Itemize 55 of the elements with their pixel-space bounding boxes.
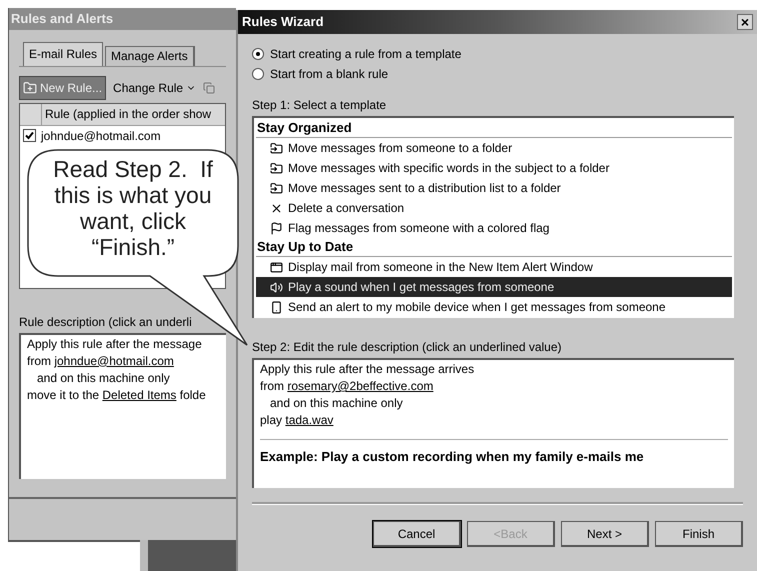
callout-text: Read Step 2. If this is what you want, click “Finish.” xyxy=(52,156,214,260)
description-line: play tada.wav xyxy=(260,412,334,429)
underlined-link[interactable]: Deleted Items xyxy=(102,388,176,402)
description-label: Rule description (click an underli xyxy=(19,314,193,331)
group-heading: Stay Up to Date xyxy=(256,238,732,257)
group-heading: Stay Organized xyxy=(256,119,732,138)
description-line: from johndue@hotmail.com xyxy=(27,352,175,370)
change-rule-button[interactable]: Change Rule xyxy=(110,76,200,100)
underlined-link[interactable]: tada.wav xyxy=(285,413,334,427)
tab[interactable]: Manage Alerts xyxy=(105,46,195,66)
template-item[interactable]: Delete a conversation xyxy=(256,198,732,218)
column-header: Rule (applied in the order show xyxy=(44,106,212,124)
checkbox[interactable] xyxy=(23,129,36,142)
description-line: move it to the Deleted Items folde xyxy=(27,386,207,404)
description-line: from rosemary@2beffective.com xyxy=(260,378,434,395)
x-icon xyxy=(270,202,283,214)
folder-arrow-icon xyxy=(270,162,283,174)
tab[interactable]: E-mail Rules xyxy=(23,42,104,66)
radio-button[interactable] xyxy=(252,48,264,60)
template-item[interactable]: Move messages sent to a distribution list to a folder xyxy=(256,178,732,198)
template-item[interactable]: Flag messages from someone with a colored flag xyxy=(256,218,732,238)
description-line: and on this machine only xyxy=(269,395,404,412)
window-title: Rules Wizard xyxy=(242,13,324,32)
template-item[interactable]: Play a sound when I get messages from someone xyxy=(256,277,732,297)
folder-icon xyxy=(23,80,37,95)
radio-label[interactable]: Start creating a rule from a template xyxy=(270,45,462,63)
template-item[interactable]: Move messages with specific words in the subject to a folder xyxy=(256,158,732,178)
close-button[interactable]: × xyxy=(737,14,753,30)
folder-arrow-icon xyxy=(270,182,283,194)
window-icon xyxy=(270,260,283,274)
template-item[interactable]: Send an alert to my mobile device when I get messages from someone xyxy=(256,297,732,317)
dialog-button[interactable]: Next > xyxy=(561,521,649,547)
dialog-button[interactable]: Finish xyxy=(655,521,743,547)
rule-name[interactable]: johndue@hotmail.com xyxy=(41,126,161,145)
step-label: Step 2: Edit the rule description (click an underlined value) xyxy=(252,339,563,356)
copy-icon[interactable] xyxy=(203,82,216,94)
window-title: Rules and Alerts xyxy=(11,10,114,28)
phone-icon xyxy=(270,300,283,314)
underlined-link[interactable]: johndue@hotmail.com xyxy=(54,354,174,368)
description-line: Apply this rule after the message xyxy=(27,336,203,353)
description-line: Apply this rule after the message arrives xyxy=(260,361,476,378)
example-text: Example: Play a custom recording when my family e-mails me xyxy=(260,448,645,465)
speaker-icon xyxy=(270,280,283,294)
check-icon xyxy=(25,131,34,140)
radio-label[interactable]: Start from a blank rule xyxy=(270,65,388,83)
description-line: and on this machine only xyxy=(36,370,171,387)
template-item[interactable]: Move messages from someone to a folder xyxy=(256,138,732,158)
flag-icon xyxy=(270,222,283,234)
radio-button[interactable] xyxy=(252,68,264,80)
step-label: Step 1: Select a template xyxy=(252,97,388,114)
template-item[interactable]: Display mail from someone in the New Item Alert Window xyxy=(256,257,732,277)
new-rule-button[interactable]: New Rule... xyxy=(19,76,106,100)
underlined-link[interactable]: rosemary@2beffective.com xyxy=(287,379,434,393)
folder-arrow-icon xyxy=(270,142,283,154)
dialog-button[interactable]: Cancel xyxy=(373,521,461,547)
